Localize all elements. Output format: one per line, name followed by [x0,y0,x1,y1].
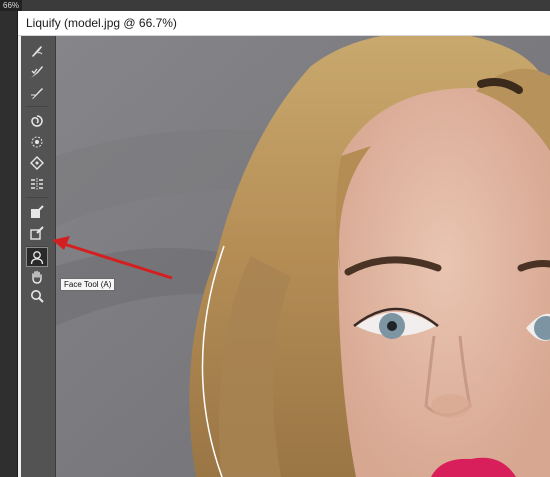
zoom-icon [31,290,44,303]
title-bar: Liquify (model.jpg @ 66.7%) [18,11,550,36]
bloat-tool[interactable] [26,154,48,172]
portrait-image [56,36,550,477]
thaw-mask-tool[interactable] [26,224,48,242]
hand-tool[interactable] [26,268,48,286]
window-title: Liquify (model.jpg @ 66.7%) [26,16,177,30]
liquify-window: Liquify (model.jpg @ 66.7%) Face Tool (A… [18,11,550,477]
face-tool[interactable] [26,247,48,267]
toolbar-separator [26,197,48,198]
top-strip: 66% [0,0,550,11]
reconstruct-tool[interactable] [26,63,48,81]
left-edge-panel [0,11,18,477]
hand-icon [32,270,42,284]
freeze-mask-icon [31,205,44,218]
zoom-tag: 66% [0,0,23,11]
liquify-toolbar [21,36,56,477]
thaw-mask-icon [30,226,44,240]
twirl-clockwise-tool[interactable] [26,112,48,130]
twirl-icon [31,115,43,127]
image-canvas[interactable] [56,36,550,477]
push-left-tool[interactable] [26,175,48,193]
face-tool-tooltip: Face Tool (A) [60,278,116,291]
bloat-icon [30,156,44,170]
forward-warp-icon [32,46,43,57]
toolbar-separator [26,106,48,107]
zoom-tool[interactable] [26,287,48,305]
smooth-tool[interactable] [26,84,48,102]
face-icon [30,251,44,265]
forward-warp-tool[interactable] [26,42,48,60]
pucker-icon [31,136,43,148]
push-left-icon [31,178,43,190]
reconstruct-icon [31,66,43,78]
pucker-tool[interactable] [26,133,48,151]
freeze-mask-tool[interactable] [26,203,48,221]
smooth-icon [31,88,43,99]
